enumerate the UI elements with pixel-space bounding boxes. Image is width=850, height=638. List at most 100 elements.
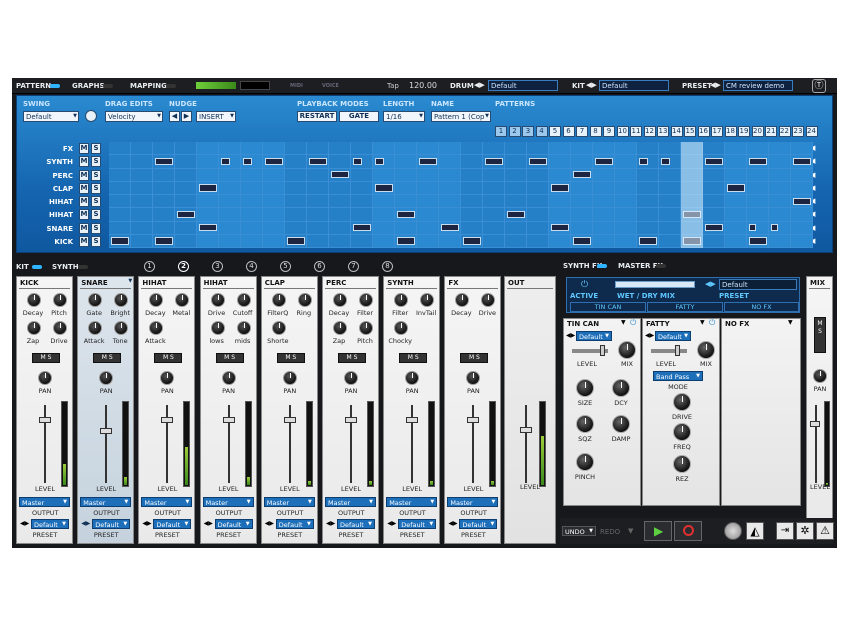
step-cell[interactable] [505, 234, 527, 248]
strip-param-knob[interactable] [88, 321, 103, 335]
step-cell[interactable] [329, 155, 351, 169]
step-note[interactable] [155, 157, 173, 165]
strip-fader[interactable] [283, 416, 296, 423]
pattern-button-11[interactable]: 11 [630, 126, 642, 137]
midi-drag-icon[interactable]: ✲ [796, 522, 814, 540]
undo-button[interactable]: UNDO [562, 526, 596, 536]
row-solo-button[interactable]: S [91, 222, 101, 234]
step-cell[interactable] [725, 234, 747, 248]
strip-fader[interactable] [161, 416, 174, 423]
step-cell[interactable] [615, 155, 637, 169]
strip-preset-arrows-icon[interactable]: ◀▶ [204, 520, 213, 527]
channel-number-7[interactable]: 7 [348, 261, 359, 272]
step-note[interactable] [375, 184, 393, 192]
step-cell[interactable] [131, 168, 153, 182]
step-cell[interactable] [505, 155, 527, 169]
step-note[interactable] [573, 237, 591, 245]
step-cell[interactable] [483, 234, 505, 248]
step-cell[interactable] [219, 234, 241, 248]
step-cell[interactable] [109, 142, 131, 156]
pattern-button-15[interactable]: 15 [684, 126, 696, 137]
step-cell[interactable] [769, 208, 791, 222]
step-cell[interactable] [307, 208, 329, 222]
strip-param-knob[interactable] [333, 321, 347, 335]
channel-number-8[interactable]: 8 [382, 261, 393, 272]
step-cell[interactable] [593, 221, 615, 235]
strip-fader[interactable] [406, 416, 419, 423]
step-note[interactable] [419, 157, 437, 165]
strip-preset-arrows-icon[interactable]: ◀▶ [142, 520, 151, 527]
row-mute-button[interactable]: M [79, 222, 89, 234]
step-cell[interactable] [395, 168, 417, 182]
step-cell[interactable] [703, 168, 725, 182]
step-cell[interactable] [549, 208, 571, 222]
step-cell[interactable] [131, 221, 153, 235]
drum-preset-select[interactable]: Default [488, 80, 558, 91]
strip-preset-select[interactable]: Default [92, 519, 131, 529]
step-cell[interactable] [703, 181, 725, 195]
strip-param-knob[interactable] [333, 293, 347, 307]
strip-param-knob[interactable] [114, 293, 129, 307]
strip-output-select[interactable]: Master [19, 497, 70, 507]
step-cell[interactable] [329, 195, 351, 209]
preset-prev-next-icon[interactable]: ◀▶ [710, 81, 721, 89]
channel-number-5[interactable]: 5 [280, 261, 291, 272]
step-cell[interactable] [791, 221, 813, 235]
row-mute-button[interactable]: M [79, 156, 89, 168]
step-cell[interactable] [263, 168, 285, 182]
strip-preset-arrows-icon[interactable]: ◀▶ [387, 520, 396, 527]
strip-param-knob[interactable] [53, 293, 67, 307]
channel-number-1[interactable]: 1 [144, 261, 155, 272]
strip-mute-solo[interactable]: M S [276, 353, 305, 363]
out-fader[interactable] [520, 427, 532, 433]
step-cell[interactable] [615, 195, 637, 209]
step-cell[interactable] [769, 195, 791, 209]
step-cell[interactable] [175, 234, 197, 248]
step-cell[interactable] [329, 234, 351, 248]
swing-knob-icon[interactable] [85, 110, 97, 122]
channel-number-6[interactable]: 6 [314, 261, 325, 272]
step-cell[interactable] [725, 195, 747, 209]
tab-kit[interactable]: KIT [16, 263, 29, 271]
step-note[interactable] [529, 157, 547, 165]
step-cell[interactable] [351, 208, 373, 222]
tab-synth[interactable]: SYNTH [52, 263, 79, 271]
step-cell[interactable] [703, 142, 725, 156]
length-select[interactable]: 1/16 [383, 111, 425, 122]
step-cell[interactable] [153, 208, 175, 222]
tincan-damp-knob[interactable] [612, 415, 630, 433]
step-cell[interactable] [395, 181, 417, 195]
strip-preset-arrows-icon[interactable]: ◀▶ [265, 520, 274, 527]
step-cell[interactable] [109, 208, 131, 222]
menu-logo-icon[interactable]: Ⓣ [812, 79, 826, 93]
step-cell[interactable] [527, 234, 549, 248]
step-grid[interactable] [109, 142, 813, 248]
step-cell[interactable] [549, 195, 571, 209]
step-cell[interactable] [637, 195, 659, 209]
pattern-name-field[interactable]: Pattern 1 (Cop [431, 111, 491, 122]
step-cell[interactable] [175, 168, 197, 182]
step-cell[interactable] [505, 195, 527, 209]
main-preset-select[interactable]: CM review demo [723, 80, 793, 91]
step-cell[interactable] [615, 208, 637, 222]
step-cell[interactable] [461, 221, 483, 235]
step-note[interactable] [331, 171, 349, 179]
row-solo-button[interactable]: S [91, 156, 101, 168]
fx-preset-prev-next-icon[interactable]: ◀▶ [705, 280, 716, 288]
strip-output-select[interactable]: Master [325, 497, 376, 507]
pattern-button-6[interactable]: 6 [562, 126, 575, 137]
step-cell[interactable] [505, 181, 527, 195]
step-cell[interactable] [791, 181, 813, 195]
strip-param-knob[interactable] [455, 293, 470, 307]
step-cell[interactable] [725, 221, 747, 235]
step-cell[interactable] [769, 181, 791, 195]
row-solo-button[interactable]: S [91, 196, 101, 207]
pattern-button-23[interactable]: 23 [792, 126, 804, 137]
step-cell[interactable] [461, 142, 483, 156]
step-cell[interactable] [197, 168, 219, 182]
step-note[interactable] [771, 224, 778, 232]
step-cell[interactable] [373, 195, 395, 209]
step-cell[interactable] [417, 234, 439, 248]
step-cell[interactable] [725, 208, 747, 222]
strip-param-knob[interactable] [481, 293, 496, 307]
